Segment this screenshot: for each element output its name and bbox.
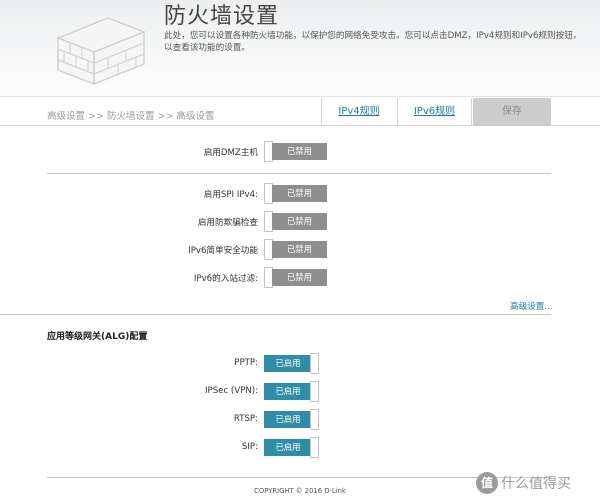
anti-spoof-toggle[interactable]: 已禁用: [264, 211, 327, 232]
ipv4-rules-button[interactable]: IPv4规则: [321, 98, 396, 126]
anti-spoof-label: 启用防欺骗检查: [197, 218, 258, 228]
ipv6-simple-security-label: IPv6简单安全功能: [188, 246, 258, 256]
ipv6-ingress-filter-toggle[interactable]: 已禁用: [264, 267, 327, 288]
page-description: 此处，您可以设置各种防火墙功能，以保护您的网络免受攻击。您可以点击DMZ，IPv…: [164, 31, 582, 53]
alg-section-title: 应用等级网关(ALG)配置: [47, 332, 148, 342]
toggle-knob: [310, 409, 319, 430]
toggle-knob: [310, 381, 319, 402]
save-button[interactable]: 保存: [473, 98, 551, 126]
sip-label: SIP:: [241, 442, 258, 452]
toggle-state: 已启用: [264, 411, 312, 428]
breadcrumb: 高级设置 >> 防火墙设置 >> 高级设置: [47, 111, 215, 122]
toggle-knob: [310, 437, 319, 458]
ipsec-label: IPSec (VPN):: [204, 386, 258, 396]
watermark: 值 什么值得买: [476, 472, 571, 494]
ipv6-rules-button[interactable]: IPv6规则: [397, 98, 472, 126]
ipsec-toggle[interactable]: 已启用: [264, 381, 319, 402]
toggle-state: 已禁用: [272, 241, 327, 258]
toggle-state: 已启用: [264, 439, 312, 456]
toggle-state: 已禁用: [272, 185, 327, 202]
toggle-knob: [310, 353, 319, 374]
page-title: 防火墙设置: [164, 4, 280, 29]
toggle-state: 已启用: [264, 355, 312, 372]
page-header: 防火墙设置 此处，您可以设置各种防火墙功能，以保护您的网络免受攻击。您可以点击D…: [0, 0, 600, 97]
rtsp-toggle[interactable]: 已启用: [264, 409, 319, 430]
dmz-toggle[interactable]: 已禁用: [264, 141, 327, 162]
ipv6-ingress-filter-label: IPv6的入站过滤:: [193, 274, 258, 284]
divider: [47, 173, 551, 174]
toggle-state: 已禁用: [272, 269, 327, 286]
watermark-text: 什么值得买: [501, 476, 571, 492]
ipv6-simple-security-toggle[interactable]: 已禁用: [264, 239, 327, 260]
pptp-toggle[interactable]: 已启用: [264, 353, 319, 374]
rtsp-label: RTSP:: [233, 414, 258, 424]
watermark-logo-icon: 值: [476, 472, 498, 494]
advanced-settings-link[interactable]: 高级设置...: [510, 300, 553, 312]
spi-ipv4-label: 启用SPI IPv4:: [203, 190, 258, 200]
dmz-label: 启用DMZ主机: [203, 148, 258, 158]
firewall-icon: [56, 17, 146, 85]
toggle-state: 已禁用: [272, 143, 327, 160]
toggle-state: 已启用: [264, 383, 312, 400]
sip-toggle[interactable]: 已启用: [264, 437, 319, 458]
toggle-state: 已禁用: [272, 213, 327, 230]
pptp-label: PPTP:: [234, 358, 258, 368]
spi-ipv4-toggle[interactable]: 已禁用: [264, 183, 327, 204]
divider: [0, 314, 551, 315]
